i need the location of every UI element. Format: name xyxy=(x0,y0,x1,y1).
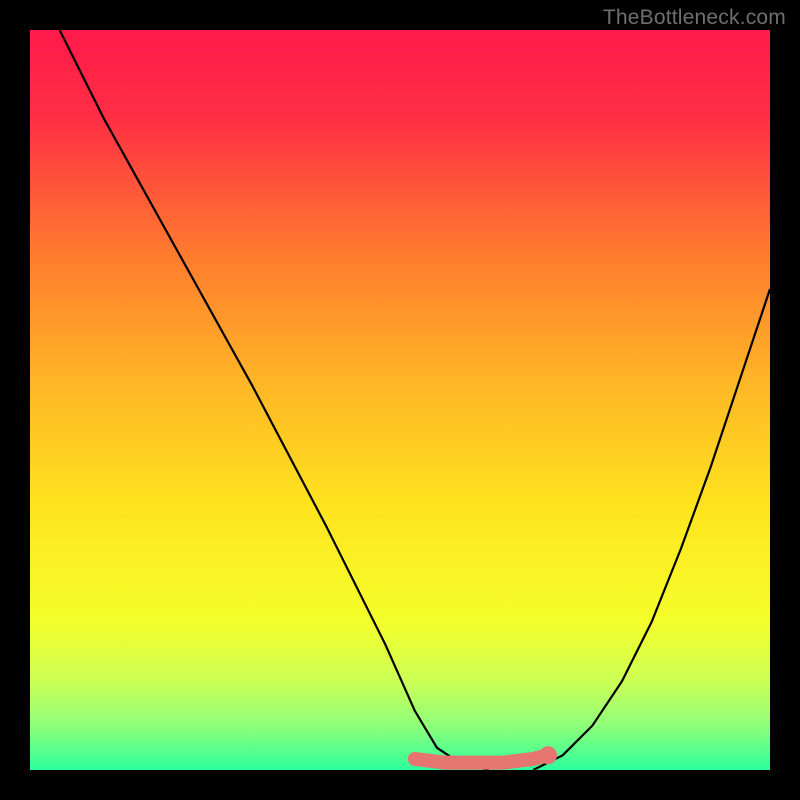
marker-point xyxy=(539,746,557,764)
chart-curves xyxy=(30,30,770,770)
chart-area xyxy=(30,30,770,770)
attribution-text: TheBottleneck.com xyxy=(603,6,786,30)
bottom-marker-band xyxy=(415,755,548,762)
left-curve xyxy=(60,30,489,770)
right-curve xyxy=(533,289,770,770)
